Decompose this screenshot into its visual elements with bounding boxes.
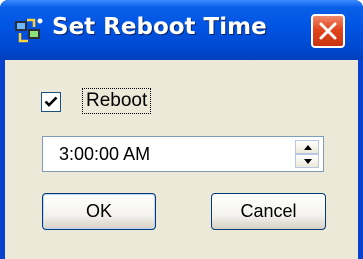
time-spin-down-button[interactable] xyxy=(295,154,319,168)
reboot-time-value[interactable]: 3:00:00 AM xyxy=(59,142,150,166)
window-title: Set Reboot Time xyxy=(52,14,267,40)
ok-button[interactable]: OK xyxy=(42,193,156,230)
close-icon xyxy=(319,22,337,40)
close-button[interactable] xyxy=(311,14,345,48)
time-spin-up-button[interactable] xyxy=(295,140,319,154)
checkmark-icon xyxy=(44,96,58,107)
cancel-button[interactable]: Cancel xyxy=(211,193,326,230)
dialog-window: Set Reboot Time Reboot 3:00:00 AM OK Can… xyxy=(0,0,363,259)
app-icon xyxy=(14,17,44,45)
chevron-down-icon xyxy=(304,159,312,164)
reboot-time-field[interactable]: 3:00:00 AM xyxy=(42,136,324,172)
title-bar[interactable]: Set Reboot Time xyxy=(0,0,363,60)
chevron-up-icon xyxy=(304,145,312,150)
reboot-checkbox-label[interactable]: Reboot xyxy=(82,88,152,114)
window-border-right xyxy=(358,60,363,259)
reboot-checkbox[interactable] xyxy=(41,92,61,112)
